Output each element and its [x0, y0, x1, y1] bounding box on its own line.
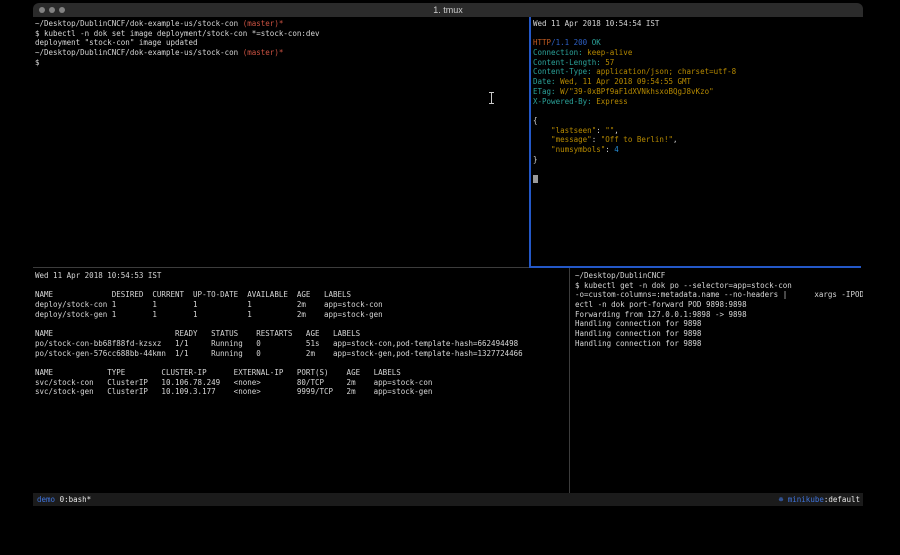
terminal-line: deploy/stock-con 1 1 1 1 2m app=stock-co…: [35, 300, 569, 310]
active-pane-border-bottom[interactable]: [529, 266, 861, 268]
terminal-line: po/stock-gen-576cc688bb-44kmn 1/1 Runnin…: [35, 349, 569, 359]
terminal-line: [533, 29, 863, 39]
pane-border-vertical[interactable]: [569, 268, 570, 493]
terminal-line: $ kubectl -n dok set image deployment/st…: [35, 29, 529, 39]
terminal-line: "numsymbols": 4: [533, 145, 863, 155]
terminal-line: NAME TYPE CLUSTER-IP EXTERNAL-IP PORT(S)…: [35, 368, 569, 378]
session-name: demo: [37, 495, 55, 504]
terminal-line: svc/stock-con ClusterIP 10.106.78.249 <n…: [35, 378, 569, 388]
terminal-line: Forwarding from 127.0.0.1:9898 -> 9898: [575, 310, 863, 320]
terminal-line: [533, 106, 863, 116]
terminal-line: $ kubectl get -n dok po --selector=app=s…: [575, 281, 863, 291]
terminal-line: Wed 11 Apr 2018 10:54:54 IST: [533, 19, 863, 29]
mouse-cursor-ibeam: [491, 92, 492, 104]
terminal-line: [533, 164, 863, 174]
tmux-status-bar: demo 0:bash* ☸ minikube:default: [33, 493, 863, 506]
window-name[interactable]: 0:bash*: [60, 495, 92, 504]
window-title: 1. tmux: [33, 5, 863, 15]
terminal-line: Date: Wed, 11 Apr 2018 09:54:55 GMT: [533, 77, 863, 87]
terminal-area: ~/Desktop/DublinCNCF/dok-example-us/stoc…: [33, 17, 863, 493]
kube-context: minikube: [788, 495, 824, 504]
terminal-line: -o=custom-columns=:metadata.name --no-he…: [575, 290, 863, 300]
terminal-line: Handling connection for 9898: [575, 339, 863, 349]
terminal-line: ETag: W/"39-0xBPf9aF1dXVNkhsxoBQgJ8vKzo": [533, 87, 863, 97]
terminal-line: Content-Length: 57: [533, 58, 863, 68]
tmux-pane-bottom-right[interactable]: ~/Desktop/DublinCNCF$ kubectl get -n dok…: [572, 269, 863, 493]
terminal-line: deploy/stock-gen 1 1 1 1 2m app=stock-ge…: [35, 310, 569, 320]
terminal-cursor: [533, 175, 538, 183]
terminal-line: NAME READY STATUS RESTARTS AGE LABELS: [35, 329, 569, 339]
status-left: demo 0:bash*: [33, 493, 91, 506]
terminal-line: Wed 11 Apr 2018 10:54:53 IST: [35, 271, 569, 281]
terminal-line: Handling connection for 9898: [575, 329, 863, 339]
terminal-line: X-Powered-By: Express: [533, 97, 863, 107]
screenshot-stage: 1. tmux ~/Desktop/DublinCNCF/dok-example…: [0, 0, 900, 555]
terminal-line: Connection: keep-alive: [533, 48, 863, 58]
terminal-line: NAME DESIRED CURRENT UP-TO-DATE AVAILABL…: [35, 290, 569, 300]
terminal-line: $: [35, 58, 529, 68]
tmux-pane-bottom-left[interactable]: Wed 11 Apr 2018 10:54:53 IST NAME DESIRED…: [33, 269, 569, 493]
terminal-line: Handling connection for 9898: [575, 319, 863, 329]
terminal-line: {: [533, 116, 863, 126]
terminal-line: "message": "Off to Berlin!",: [533, 135, 863, 145]
kube-namespace: :default: [824, 495, 860, 504]
terminal-line: ectl -n dok port-forward POD 9898:9898: [575, 300, 863, 310]
terminal-line: deployment "stock-con" image updated: [35, 38, 529, 48]
tmux-pane-top-left[interactable]: ~/Desktop/DublinCNCF/dok-example-us/stoc…: [33, 17, 529, 267]
terminal-line: [35, 319, 569, 329]
terminal-line: HTTP/1.1 200 OK: [533, 38, 863, 48]
tmux-pane-top-right[interactable]: Wed 11 Apr 2018 10:54:54 IST HTTP/1.1 200…: [531, 17, 863, 266]
terminal-line: "lastseen": "",: [533, 126, 863, 136]
terminal-line: ~/Desktop/DublinCNCF/dok-example-us/stoc…: [35, 19, 529, 29]
window-titlebar[interactable]: 1. tmux: [33, 3, 863, 17]
terminal-line: [35, 358, 569, 368]
terminal-line: Content-Type: application/json; charset=…: [533, 67, 863, 77]
terminal-line: po/stock-con-bb68f88fd-kzsxz 1/1 Running…: [35, 339, 569, 349]
terminal-line: svc/stock-gen ClusterIP 10.109.3.177 <no…: [35, 387, 569, 397]
status-right: ☸ minikube:default: [779, 493, 863, 506]
pane-border-horizontal[interactable]: [33, 267, 529, 268]
terminal-line: }: [533, 155, 863, 165]
terminal-line: ~/Desktop/DublinCNCF: [575, 271, 863, 281]
terminal-line: [35, 281, 569, 291]
active-pane-border-left[interactable]: [529, 17, 531, 267]
terminal-line: [533, 174, 863, 184]
terminal-line: ~/Desktop/DublinCNCF/dok-example-us/stoc…: [35, 48, 529, 58]
